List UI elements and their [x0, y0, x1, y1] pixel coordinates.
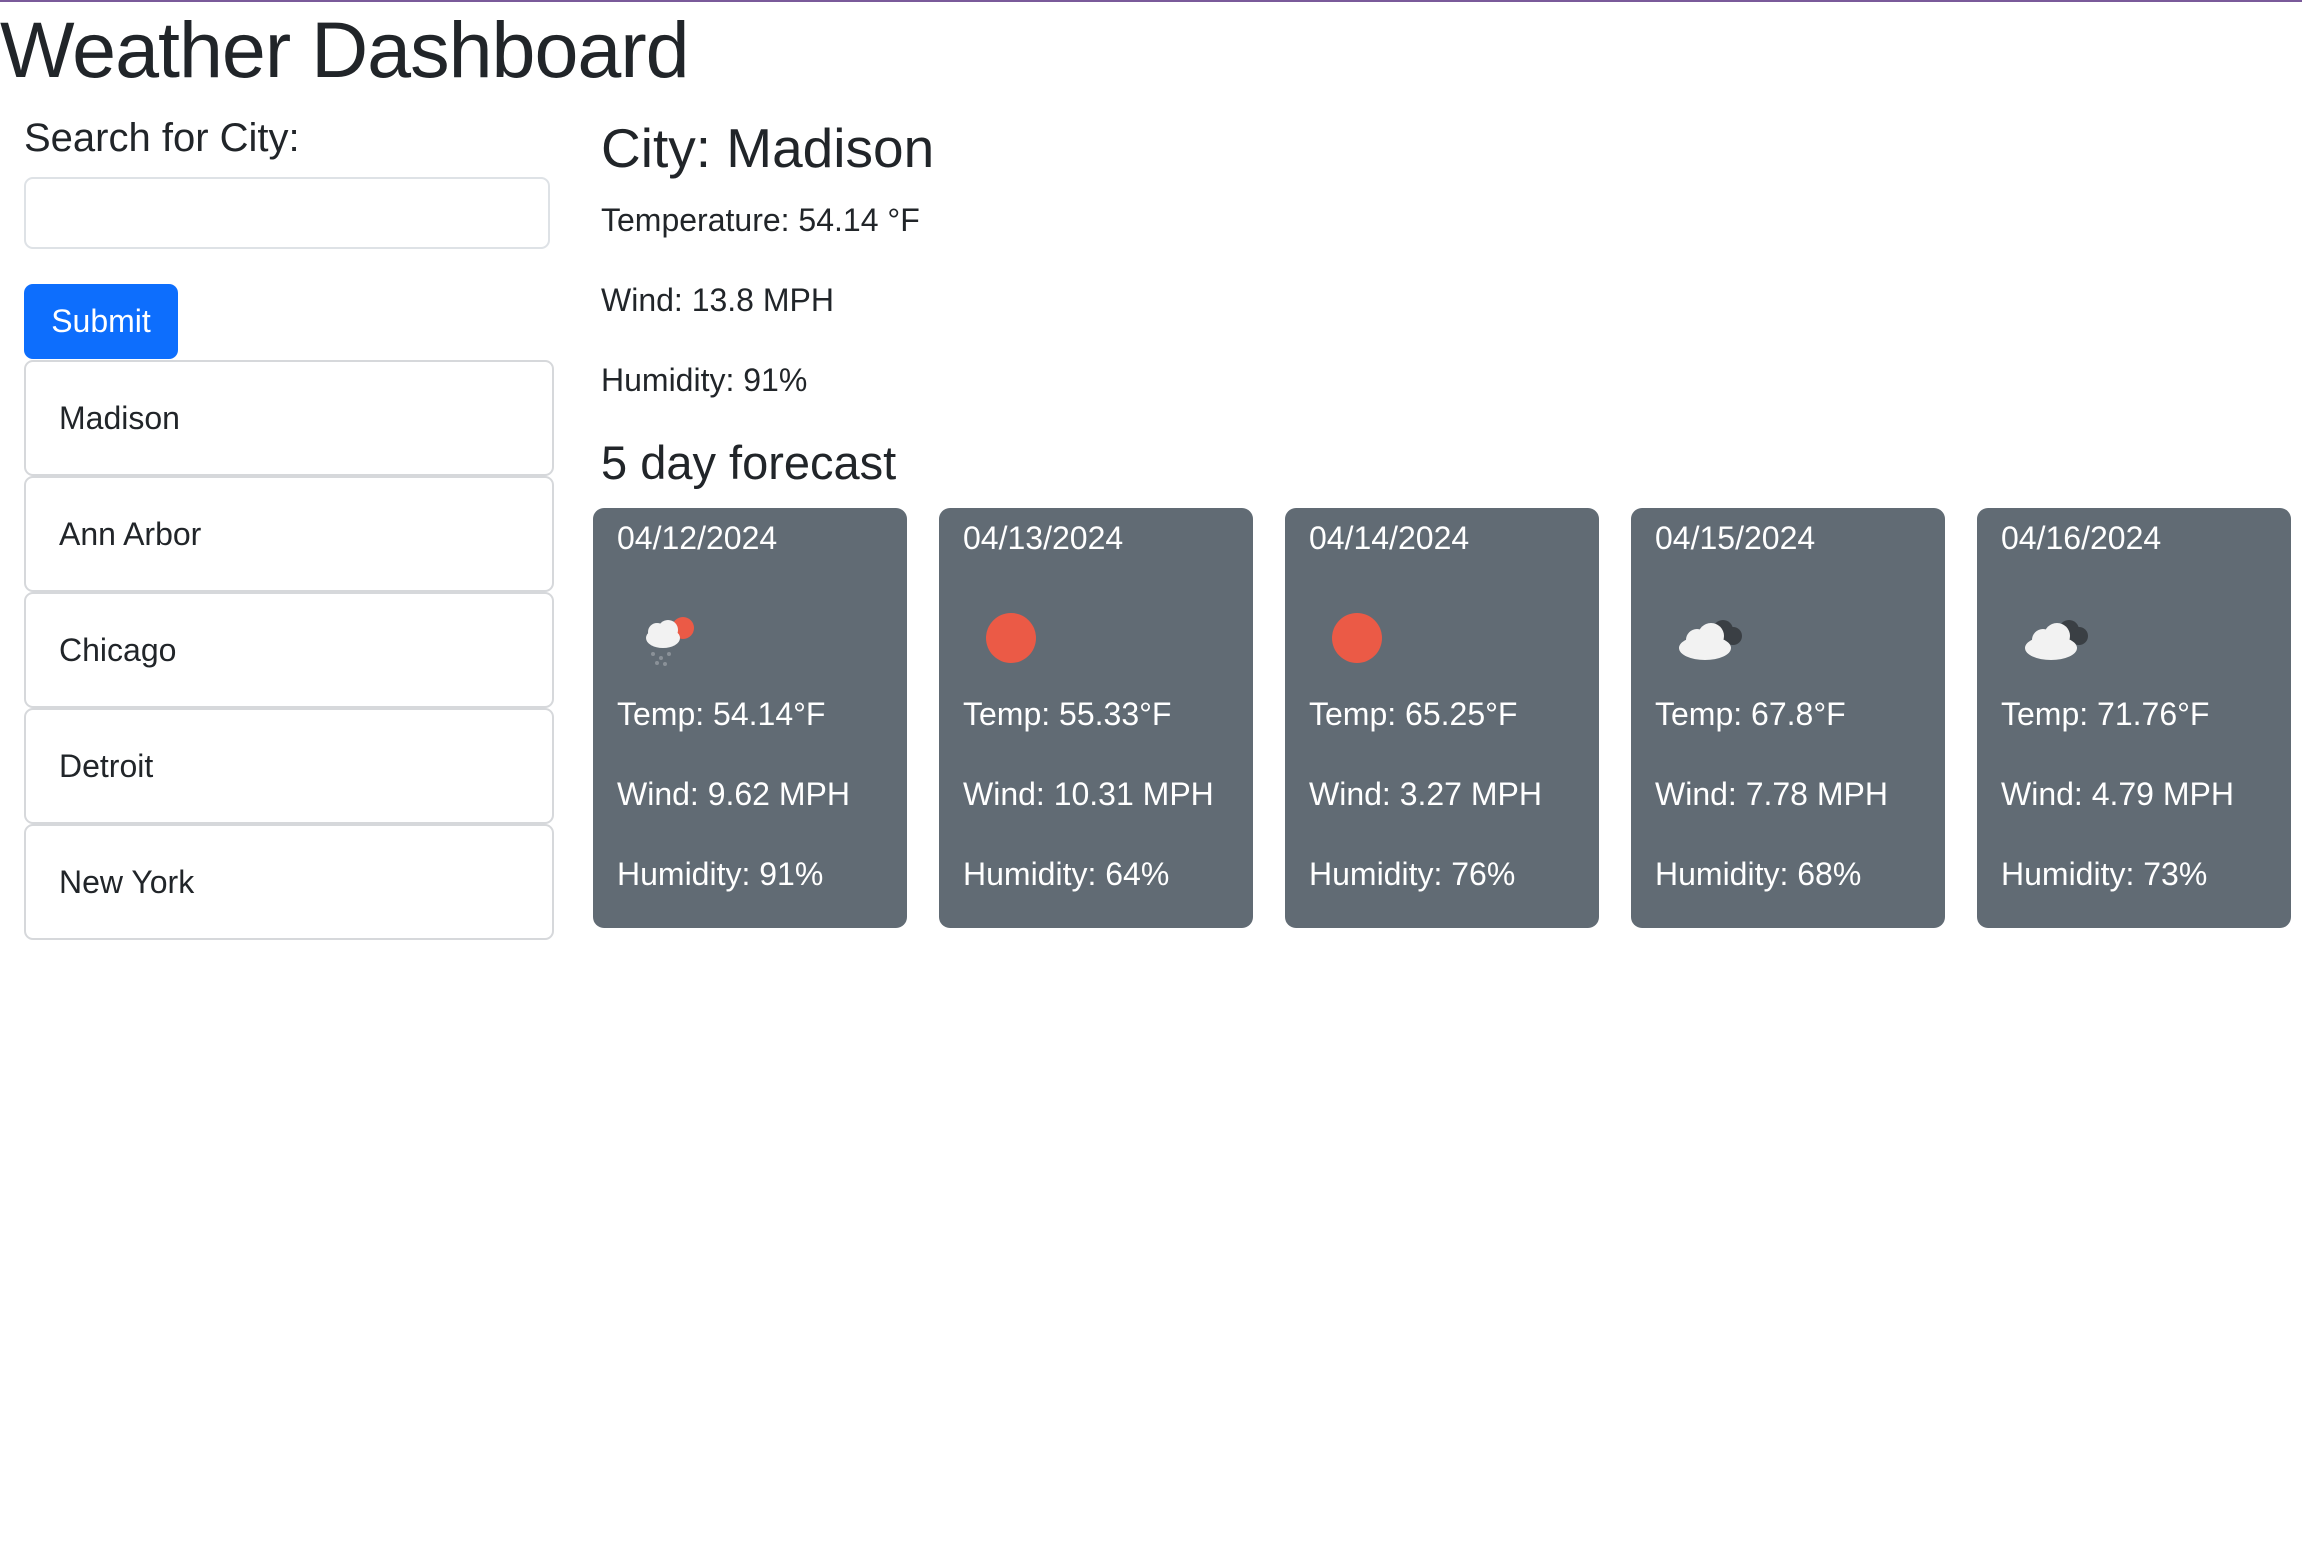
- forecast-date: 04/16/2024: [2001, 520, 2162, 556]
- history-item-madison[interactable]: Madison: [24, 360, 554, 476]
- history-item-chicago[interactable]: Chicago: [24, 592, 554, 708]
- forecast-humidity: Humidity: 64%: [963, 856, 1170, 892]
- forecast-humidity: Humidity: 76%: [1309, 856, 1516, 892]
- forecast-wind: Wind: 9.62 MPH: [617, 776, 850, 812]
- forecast-date: 04/15/2024: [1655, 520, 1816, 556]
- forecast-temp: Temp: 65.25°F: [1309, 696, 1518, 732]
- page-title: Weather Dashboard: [0, 5, 690, 94]
- sun-icon: [979, 608, 1059, 668]
- forecast-date: 04/13/2024: [963, 520, 1124, 556]
- search-input[interactable]: [24, 177, 550, 249]
- forecast-card: 04/13/2024 Temp: 55.33°F Wind: 10.31 MPH…: [939, 508, 1253, 928]
- forecast-wind: Wind: 4.79 MPH: [2001, 776, 2234, 812]
- submit-button[interactable]: Submit: [24, 284, 178, 359]
- current-weather: City: Madison Temperature: 54.14 °F Wind…: [601, 108, 935, 398]
- history-item-detroit[interactable]: Detroit: [24, 708, 554, 824]
- forecast-wind: Wind: 7.78 MPH: [1655, 776, 1888, 812]
- forecast-temp: Temp: 54.14°F: [617, 696, 826, 732]
- forecast-humidity: Humidity: 73%: [2001, 856, 2208, 892]
- forecast-card: 04/15/2024 Temp: 67.8°F Wind: 7.78 MPH H…: [1631, 508, 1945, 928]
- forecast-temp: Temp: 55.33°F: [963, 696, 1172, 732]
- forecast-humidity: Humidity: 91%: [617, 856, 824, 892]
- sun-icon: [1325, 608, 1405, 668]
- forecast-humidity: Humidity: 68%: [1655, 856, 1862, 892]
- search-label: Search for City:: [24, 116, 300, 160]
- forecast-date: 04/12/2024: [617, 520, 778, 556]
- current-humidity: Humidity: 91%: [601, 362, 808, 398]
- forecast-wind: Wind: 3.27 MPH: [1309, 776, 1542, 812]
- current-wind: Wind: 13.8 MPH: [601, 282, 834, 318]
- forecast-temp: Temp: 71.76°F: [2001, 696, 2210, 732]
- history-item-ann-arbor[interactable]: Ann Arbor: [24, 476, 554, 592]
- history-item-new-york[interactable]: New York: [24, 824, 554, 940]
- current-temperature: Temperature: 54.14 °F: [601, 202, 920, 238]
- forecast-wind: Wind: 10.31 MPH: [963, 776, 1214, 812]
- search-history-list: Madison Ann Arbor Chicago Detroit New Yo…: [24, 360, 554, 940]
- forecast-card: 04/16/2024 Temp: 71.76°F Wind: 4.79 MPH …: [1977, 508, 2291, 928]
- forecast-heading: 5 day forecast: [601, 436, 897, 489]
- forecast-card: 04/14/2024 Temp: 65.25°F Wind: 3.27 MPH …: [1285, 508, 1599, 928]
- broken-clouds-icon: [2017, 608, 2097, 668]
- forecast-card: 04/12/2024 Temp: 54.14°F Wind: 9.62 MPH …: [593, 508, 907, 928]
- city-heading: City: Madison: [601, 117, 935, 179]
- broken-clouds-icon: [1671, 608, 1751, 668]
- rain-sun-icon: [633, 608, 713, 668]
- forecast-temp: Temp: 67.8°F: [1655, 696, 1846, 732]
- forecast-date: 04/14/2024: [1309, 520, 1470, 556]
